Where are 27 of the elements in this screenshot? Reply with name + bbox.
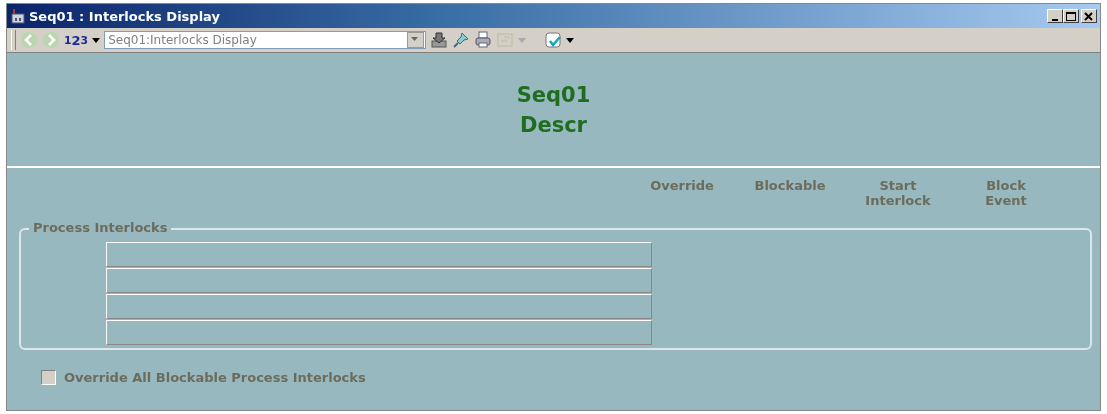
column-header: Override xyxy=(649,178,715,195)
column-header: Start Interlock xyxy=(864,178,932,210)
minimize-button[interactable] xyxy=(1047,9,1063,23)
caret-icon[interactable] xyxy=(566,37,575,43)
header-text: Seq01 xyxy=(516,81,591,109)
checklist-icon xyxy=(544,31,563,49)
minimize-icon xyxy=(1052,18,1058,21)
caret-icon[interactable] xyxy=(92,37,101,43)
column-header: Blockable xyxy=(753,178,827,195)
column-header: Block Event xyxy=(984,178,1028,210)
building-icon xyxy=(10,8,26,24)
print-button[interactable] xyxy=(474,31,493,49)
header-text: Descr xyxy=(520,111,587,139)
address-field[interactable]: Seq01:Interlocks Display xyxy=(104,31,427,49)
printer-icon xyxy=(474,31,493,49)
close-button[interactable] xyxy=(1081,9,1097,23)
group-title: Process Interlocks xyxy=(29,220,172,235)
pin-button[interactable] xyxy=(452,31,471,49)
maximize-button[interactable] xyxy=(1063,9,1079,23)
close-icon xyxy=(1082,9,1096,23)
download-button[interactable] xyxy=(430,31,449,49)
checkbox-label: Override All Blockable Process Interlocks xyxy=(64,370,366,385)
check-button[interactable] xyxy=(544,31,563,49)
pin-icon xyxy=(452,31,471,49)
swap-icon xyxy=(496,31,515,49)
window-title: Seq01 : Interlocks Display xyxy=(29,8,221,24)
download-icon xyxy=(430,31,449,49)
